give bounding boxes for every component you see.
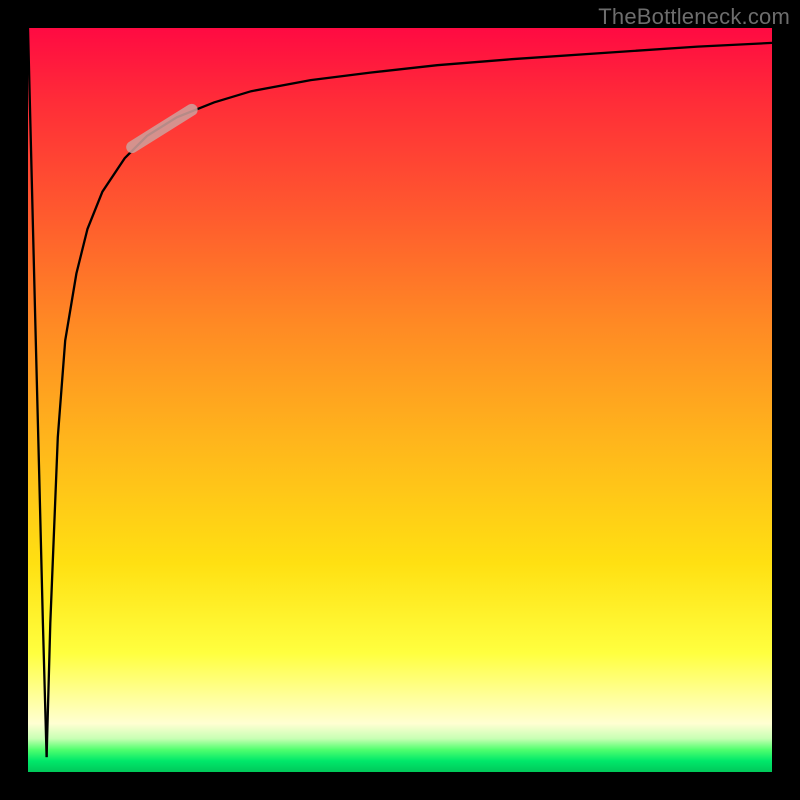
curve-descend — [28, 28, 47, 757]
curve-ascend — [47, 43, 772, 757]
watermark-label: TheBottleneck.com — [598, 4, 790, 30]
chart-curve-layer — [28, 28, 772, 772]
highlight-marker — [132, 110, 192, 147]
